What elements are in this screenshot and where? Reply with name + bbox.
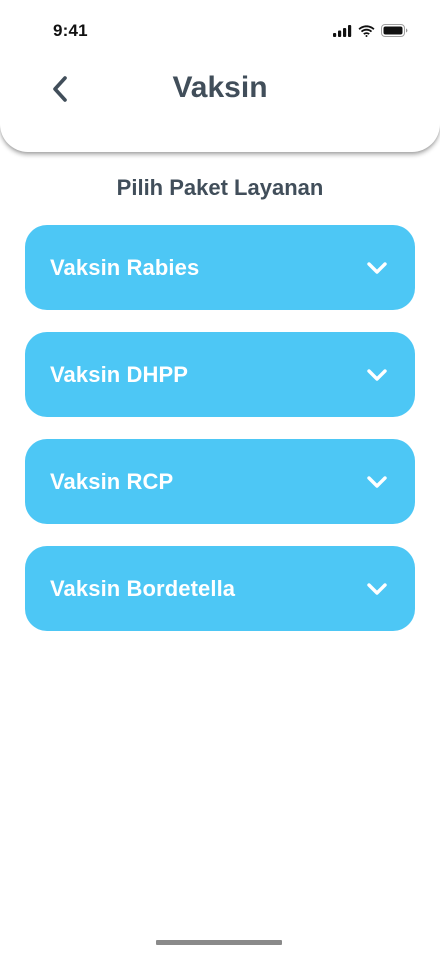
- wifi-icon: [358, 24, 375, 37]
- package-item-bordetella[interactable]: Vaksin Bordetella: [25, 546, 415, 631]
- package-label: Vaksin Rabies: [50, 254, 200, 280]
- home-indicator[interactable]: [156, 940, 282, 945]
- package-item-dhpp[interactable]: Vaksin DHPP: [25, 332, 415, 417]
- chevron-down-icon: [365, 256, 389, 280]
- package-label: Vaksin DHPP: [50, 361, 189, 387]
- chevron-down-icon: [365, 577, 389, 601]
- battery-icon: [381, 24, 408, 37]
- status-icons: [333, 24, 408, 37]
- package-item-rcp[interactable]: Vaksin RCP: [25, 439, 415, 524]
- cellular-signal-icon: [333, 24, 352, 37]
- section-heading: Pilih Paket Layanan: [116, 175, 324, 200]
- app-header: 9:41 Vaksin: [0, 0, 440, 152]
- status-time: 9:41: [53, 21, 88, 40]
- package-list: Vaksin Rabies Vaksin DHPP Vaksin RCP Vak…: [25, 225, 415, 653]
- chevron-down-icon: [365, 363, 389, 387]
- page-title: Vaksin: [172, 71, 268, 104]
- package-label: Vaksin RCP: [50, 468, 174, 494]
- vaksin-screen: 9:41 Vaksin Pilih Paket Layanan Vaksin R…: [0, 0, 440, 956]
- package-item-rabies[interactable]: Vaksin Rabies: [25, 225, 415, 310]
- chevron-down-icon: [365, 470, 389, 494]
- package-label: Vaksin Bordetella: [50, 575, 236, 601]
